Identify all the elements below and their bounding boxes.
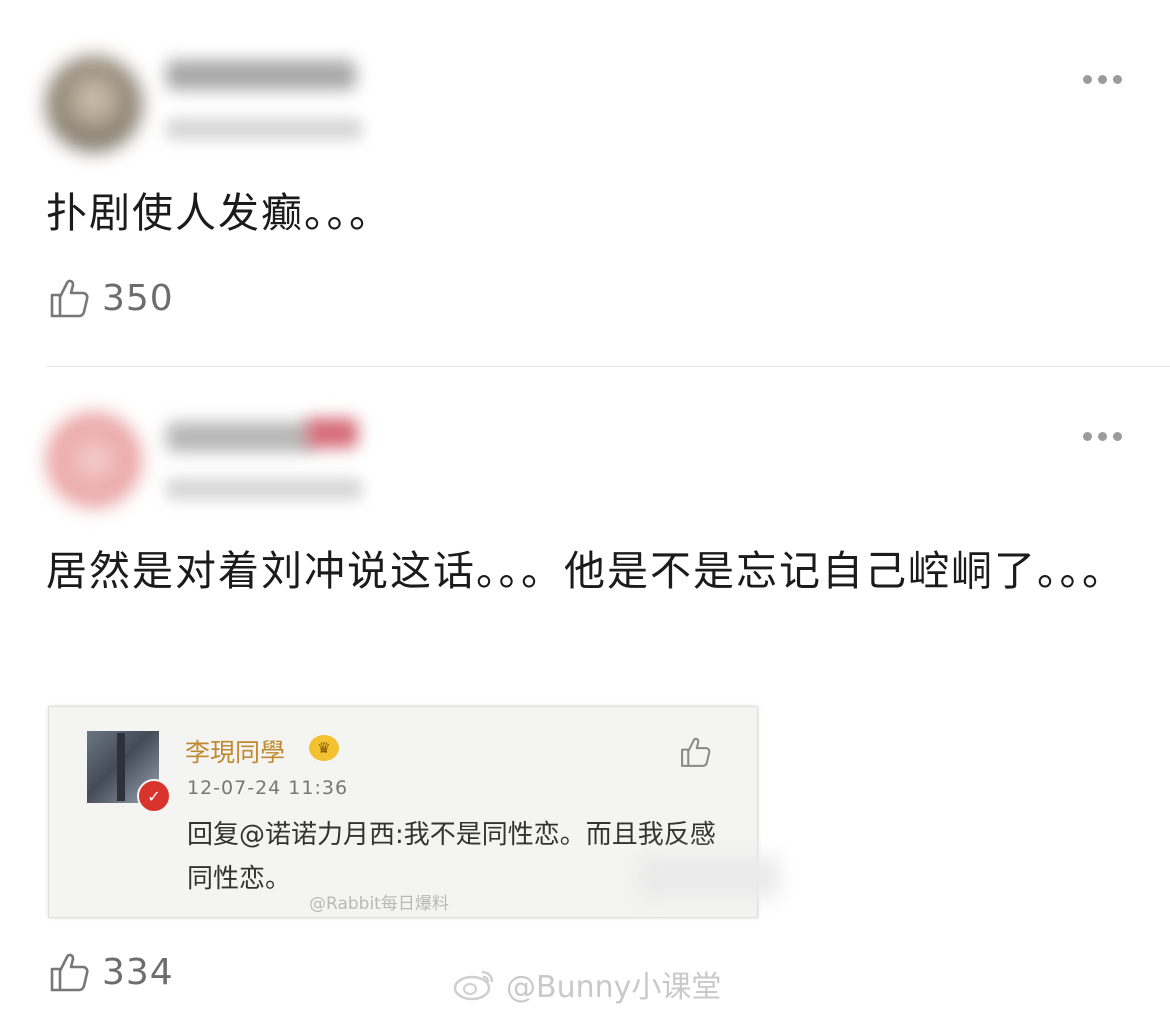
embedded-screenshot: ✓ 李現同學 ♛ 12-07-24 11:36 回复@诺诺力月西:我不是同性恋。… xyxy=(48,706,779,918)
crown-icon: ♛ xyxy=(309,735,339,761)
more-options-button[interactable] xyxy=(1083,432,1122,441)
blurred-region xyxy=(639,857,779,897)
thumbs-up-icon xyxy=(50,953,89,992)
meta-blurred xyxy=(166,478,362,500)
thumbs-up-icon xyxy=(681,737,711,767)
username-blurred[interactable] xyxy=(166,60,356,90)
watermark: @Bunny小课堂 xyxy=(452,962,721,1006)
username-blurred[interactable] xyxy=(166,422,316,452)
divider xyxy=(46,366,1170,367)
like-button[interactable]: 334 xyxy=(48,950,174,994)
badge-blurred xyxy=(306,418,358,448)
embed-watermark: @Rabbit每日爆料 xyxy=(309,894,449,914)
vip-icon: ✓ xyxy=(137,779,171,813)
embed-timestamp: 12-07-24 11:36 xyxy=(187,777,349,799)
watermark-text: @Bunny小课堂 xyxy=(506,970,722,1005)
embed-username: 李現同學 xyxy=(185,738,286,767)
more-options-button[interactable] xyxy=(1083,75,1122,84)
meta-blurred xyxy=(166,118,362,140)
like-count: 334 xyxy=(102,951,174,993)
avatar-blurred[interactable] xyxy=(46,56,142,152)
more-icon xyxy=(1083,432,1092,441)
weibo-icon xyxy=(453,970,494,1001)
like-count: 350 xyxy=(102,277,174,319)
thumbs-up-icon xyxy=(50,279,89,318)
comment-text: 扑剧使人发癫。。。 xyxy=(46,189,392,237)
more-icon xyxy=(1083,75,1092,84)
avatar-blurred[interactable] xyxy=(46,412,142,508)
like-button[interactable]: 350 xyxy=(48,276,174,320)
comment-text: 居然是对着刘冲说这话。。。他是不是忘记自己崆峒了。。。 xyxy=(46,547,1125,595)
